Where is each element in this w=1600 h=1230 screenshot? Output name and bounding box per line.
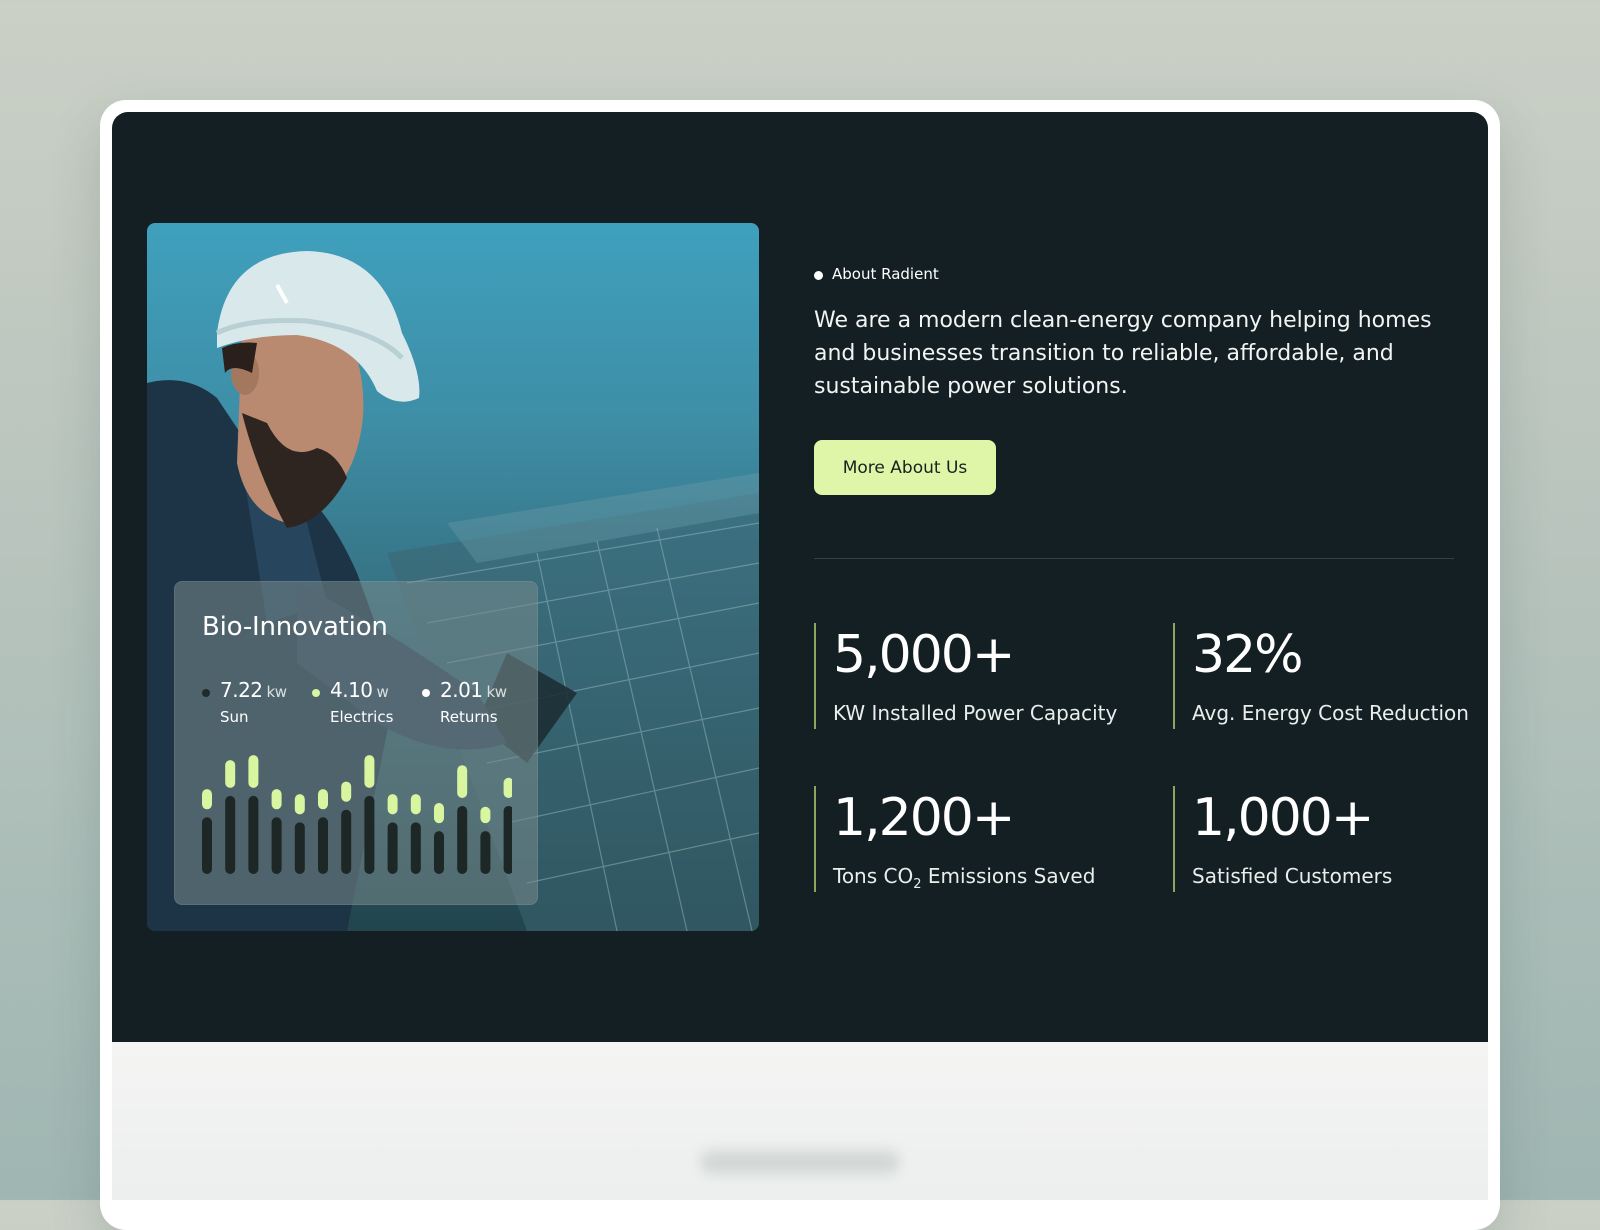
bar-light-8 bbox=[387, 794, 398, 815]
metric-electrics-unit: w bbox=[376, 683, 389, 701]
stat-value: 5,000+ bbox=[833, 625, 1015, 685]
metric-returns-label: Returns bbox=[440, 708, 498, 726]
blurred-footer-element bbox=[700, 1150, 900, 1174]
bar-dark-2 bbox=[248, 795, 259, 874]
metric-sun-unit: kw bbox=[266, 683, 287, 701]
bar-light-4 bbox=[294, 794, 305, 815]
bar-dark-4 bbox=[294, 822, 305, 874]
bar-dark-9 bbox=[410, 822, 421, 874]
metric-electrics-value: 4.10 bbox=[330, 678, 373, 702]
stat-caption-suffix: Emissions Saved bbox=[921, 864, 1096, 888]
stat-caption-prefix: Tons CO bbox=[833, 864, 914, 888]
stat-caption: Avg. Energy Cost Reduction bbox=[1192, 701, 1469, 725]
bar-light-13 bbox=[503, 777, 512, 798]
bar-dark-10 bbox=[434, 831, 444, 874]
bar-light-2 bbox=[248, 755, 259, 788]
metric-sun-label: Sun bbox=[220, 708, 249, 726]
metric-returns-dot bbox=[422, 689, 430, 697]
bar-dark-0 bbox=[202, 817, 212, 874]
eyebrow-dot bbox=[814, 271, 823, 280]
metric-returns-value: 2.01 bbox=[440, 678, 483, 702]
more-about-us-button[interactable]: More About Us bbox=[814, 440, 996, 495]
metric-sun-dot bbox=[202, 689, 210, 697]
stat-caption-subscript: 2 bbox=[913, 877, 922, 892]
bio-innovation-card: Bio-Innovation 7.22 kw Sun 4.10 w Electric… bbox=[174, 581, 538, 905]
stat-caption: Tons CO2 Emissions Saved bbox=[833, 864, 1095, 892]
stat-caption: KW Installed Power Capacity bbox=[833, 701, 1118, 725]
bar-dark-6 bbox=[341, 809, 352, 874]
metric-electrics-label: Electrics bbox=[330, 708, 394, 726]
page-lower-area bbox=[112, 1042, 1488, 1200]
stat-satisfied-customers: 1,000+ Satisfied Customers bbox=[1173, 786, 1505, 892]
section-divider bbox=[814, 558, 1454, 559]
bar-light-5 bbox=[318, 789, 328, 810]
stat-installed-capacity: 5,000+ KW Installed Power Capacity bbox=[814, 623, 1146, 729]
bar-light-10 bbox=[434, 803, 444, 824]
bar-dark-12 bbox=[480, 831, 491, 874]
metric-electrics-dot bbox=[312, 689, 320, 697]
stat-value: 1,000+ bbox=[1192, 788, 1374, 848]
metric-sun-value: 7.22 bbox=[220, 678, 263, 702]
bar-dark-7 bbox=[364, 795, 375, 874]
bar-light-9 bbox=[410, 794, 421, 815]
bar-light-12 bbox=[480, 806, 491, 824]
bar-dark-5 bbox=[318, 817, 328, 874]
bar-light-6 bbox=[341, 781, 352, 802]
bar-light-3 bbox=[271, 789, 282, 810]
stat-caption: Satisfied Customers bbox=[1192, 864, 1393, 888]
section-eyebrow: About Radient bbox=[832, 265, 939, 283]
card-title: Bio-Innovation bbox=[202, 612, 388, 642]
bar-light-7 bbox=[364, 755, 375, 788]
stat-emissions-saved: 1,200+ Tons CO2 Emissions Saved bbox=[814, 786, 1146, 892]
stat-value: 1,200+ bbox=[833, 788, 1015, 848]
stat-value: 32% bbox=[1192, 625, 1304, 685]
bar-light-0 bbox=[202, 789, 212, 810]
bar-dark-11 bbox=[457, 805, 468, 874]
bar-dark-8 bbox=[387, 822, 398, 874]
metric-returns-unit: kw bbox=[486, 683, 507, 701]
bar-light-11 bbox=[457, 765, 468, 798]
about-intro: We are a modern clean-energy company hel… bbox=[814, 308, 1432, 399]
bar-light-1 bbox=[225, 760, 236, 788]
energy-bar-chart bbox=[202, 755, 512, 874]
stat-cost-reduction: 32% Avg. Energy Cost Reduction bbox=[1173, 623, 1505, 729]
bar-dark-1 bbox=[225, 795, 236, 874]
bar-dark-3 bbox=[271, 817, 282, 874]
bar-dark-13 bbox=[503, 805, 512, 874]
